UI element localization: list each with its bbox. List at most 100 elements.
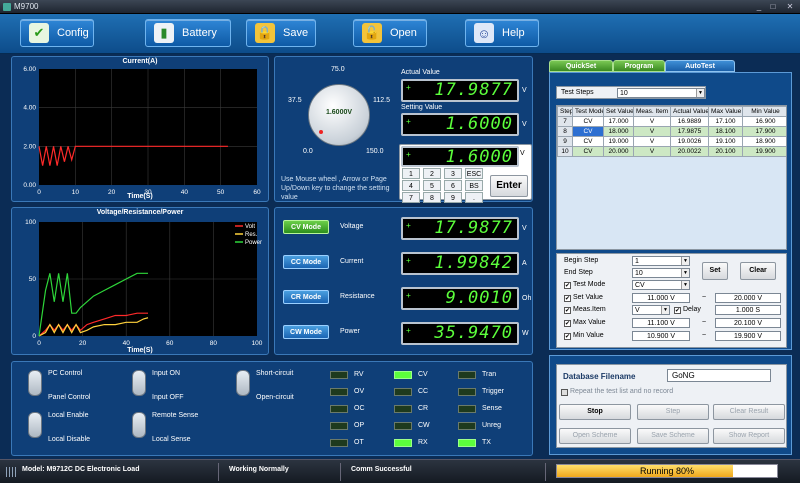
keypad-key[interactable]: 1: [402, 168, 420, 179]
min-value-min-input[interactable]: 10.900 V: [632, 331, 690, 341]
max-value-min-input[interactable]: 11.100 V: [632, 318, 690, 328]
delay-input[interactable]: 1.000 S: [715, 305, 781, 315]
battery-button[interactable]: ▮ Battery: [145, 19, 231, 47]
column-header[interactable]: Set Value: [603, 106, 634, 117]
toggle-switch[interactable]: [28, 370, 42, 396]
cr-mode-button[interactable]: CR Mode: [283, 290, 329, 304]
help-button[interactable]: ☺ Help: [465, 19, 539, 47]
enter-button[interactable]: Enter: [490, 175, 528, 197]
column-header[interactable]: Min Value: [742, 106, 786, 117]
maximize-icon[interactable]: □: [766, 2, 780, 12]
knob-hint: Use Mouse wheel , Arrow or Page Up/Down …: [281, 176, 390, 201]
mode-unit: V: [522, 225, 527, 232]
minimize-icon[interactable]: _: [752, 2, 766, 12]
open-scheme-button[interactable]: Open Scheme: [559, 428, 631, 444]
led-label: Tran: [482, 371, 497, 378]
progress-bar: Running 80%: [556, 464, 778, 478]
input-keypad-box: +1.6000 V 1 2 3 ESC 4 5 6 BS 7 8 9. Enter: [399, 144, 532, 203]
tab-program[interactable]: Program: [613, 60, 665, 72]
open-button[interactable]: 🔓 Open: [353, 19, 427, 47]
keypad-key[interactable]: 9: [444, 192, 462, 203]
switch-top-label: PC Control: [48, 370, 83, 377]
status-divider: [340, 463, 341, 481]
table-row[interactable]: 7 CV 17.000 V 16.9889 17.100 16.900: [557, 116, 786, 127]
test-mode-select[interactable]: CV ▼: [632, 280, 690, 290]
max-value-label: Max Value: [573, 319, 606, 326]
meas-item-checkbox[interactable]: ✔: [564, 307, 571, 314]
min-value-max-input[interactable]: 19.900 V: [715, 331, 781, 341]
status-bar: Model: M9712C DC Electronic Load Working…: [0, 459, 800, 483]
stop-button[interactable]: Stop: [559, 404, 631, 420]
clear-result-button[interactable]: Clear Result: [713, 404, 785, 420]
table-cell: 8: [557, 126, 573, 137]
setting-knob[interactable]: 1.6000V: [308, 84, 370, 146]
step-button[interactable]: Step: [637, 404, 709, 420]
config-button[interactable]: ✔ Config: [20, 19, 94, 47]
help-person-icon: ☺: [474, 23, 494, 43]
toggle-switch[interactable]: [236, 370, 250, 396]
test-steps-select[interactable]: 10 ▼: [617, 88, 705, 98]
y-tick-label: 2.00: [23, 143, 36, 150]
toggle-switch[interactable]: [132, 370, 146, 396]
vrp-chart: 0 20 40 60 80 100 100 50 0 Volt Res. Power: [25, 219, 263, 347]
min-value-checkbox[interactable]: ✔: [564, 333, 571, 340]
table-row[interactable]: 8 CV 18.000 V 17.9875 18.100 17.900: [557, 126, 786, 137]
save-button[interactable]: 🔒 Save: [246, 19, 316, 47]
keypad-key[interactable]: 2: [423, 168, 441, 179]
status-divider: [218, 463, 219, 481]
setting-input-display[interactable]: +1.6000: [401, 146, 519, 167]
cc-mode-button[interactable]: CC Mode: [283, 255, 329, 269]
keypad-key[interactable]: ESC: [465, 168, 483, 179]
save-scheme-button[interactable]: Save Scheme: [637, 428, 709, 444]
database-panel: Database Filename GoNG Repeat the test l…: [549, 355, 792, 455]
tab-quickset[interactable]: QuickSet: [549, 60, 613, 72]
table-cell: 16.9889: [670, 116, 709, 127]
keypad-key[interactable]: 6: [444, 180, 462, 191]
set-value-checkbox[interactable]: ✔: [564, 295, 571, 302]
tab-autotest[interactable]: AutoTest: [665, 60, 735, 72]
keypad-key[interactable]: .: [465, 192, 483, 203]
toggle-switch[interactable]: [28, 412, 42, 438]
keypad-key[interactable]: 8: [423, 192, 441, 203]
clear-button[interactable]: Clear: [740, 262, 776, 280]
end-step-select[interactable]: 10 ▼: [632, 268, 690, 278]
table-cell: 17.900: [742, 126, 786, 137]
chevron-down-icon: ▼: [681, 257, 689, 265]
vrp-chart-xlabel: Time(S): [127, 347, 153, 354]
toggle-switch[interactable]: [132, 412, 146, 438]
keypad-key[interactable]: 4: [402, 180, 420, 191]
close-icon[interactable]: ✕: [783, 2, 797, 12]
table-row[interactable]: 10 CV 20.000 V 20.0022 20.100 19.900: [557, 146, 786, 157]
keypad-key[interactable]: 3: [444, 168, 462, 179]
database-filename-input[interactable]: GoNG: [667, 369, 771, 382]
set-value-max-input[interactable]: 20.000 V: [715, 293, 781, 303]
repeat-checkbox[interactable]: [561, 389, 568, 396]
column-header[interactable]: Actual Value: [670, 106, 709, 117]
column-header[interactable]: Max Value: [708, 106, 743, 117]
max-value-max-input[interactable]: 20.100 V: [715, 318, 781, 328]
table-row[interactable]: 9 CV 19.000 V 19.0026 19.100 18.900: [557, 136, 786, 147]
column-header[interactable]: Meas. Item: [633, 106, 671, 117]
begin-step-select[interactable]: 1 ▼: [632, 256, 690, 266]
keypad-key[interactable]: 7: [402, 192, 420, 203]
delay-checkbox[interactable]: ✔: [674, 307, 681, 314]
keypad-key[interactable]: BS: [465, 180, 483, 191]
cw-mode-button[interactable]: CW Mode: [283, 325, 329, 339]
table-cell: 16.900: [742, 116, 786, 127]
window-title: M9700: [14, 2, 39, 11]
x-tick-label: 20: [79, 340, 87, 347]
test-mode-checkbox[interactable]: ✔: [564, 282, 571, 289]
column-header[interactable]: Test Mode: [572, 106, 604, 117]
max-value-checkbox[interactable]: ✔: [564, 320, 571, 327]
set-value-min-input[interactable]: 11.000 V: [632, 293, 690, 303]
keypad-key[interactable]: 5: [423, 180, 441, 191]
cv-mode-button[interactable]: CV Mode: [283, 220, 329, 234]
chevron-down-icon: ▼: [681, 269, 689, 277]
set-button[interactable]: Set: [702, 262, 728, 280]
table-cell: 18.100: [708, 126, 743, 137]
table-cell: 17.100: [708, 116, 743, 127]
meas-item-select[interactable]: V ▼: [632, 305, 670, 315]
show-report-button[interactable]: Show Report: [713, 428, 785, 444]
knob-label-112: 112.5: [373, 97, 390, 104]
column-header[interactable]: Step: [557, 106, 573, 117]
